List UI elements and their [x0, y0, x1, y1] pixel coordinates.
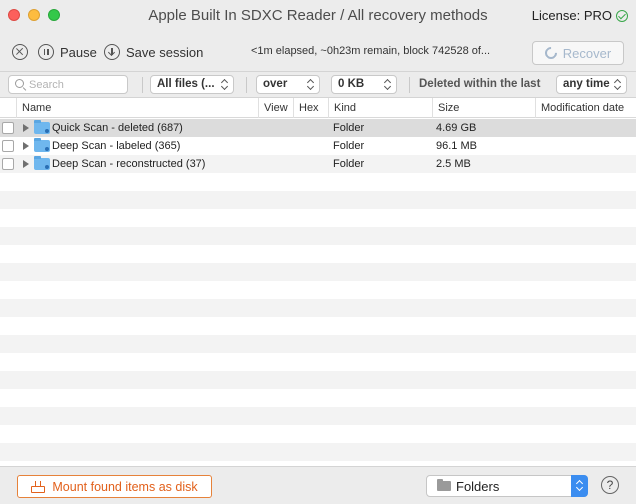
table-row[interactable]: Deep Scan - labeled (365) Folder 96.1 MB	[0, 137, 636, 155]
empty-row	[0, 335, 636, 353]
row-kind: Folder	[333, 140, 365, 152]
empty-row	[0, 263, 636, 281]
mount-label: Mount found items as disk	[52, 479, 198, 494]
recover-label: Recover	[562, 45, 612, 61]
empty-row	[0, 173, 636, 191]
empty-row	[0, 317, 636, 335]
column-header-kind[interactable]: Kind	[328, 98, 432, 118]
column-header-modified[interactable]: Modification date	[535, 98, 636, 118]
window-header: Apple Built In SDXC Reader / All recover…	[0, 0, 636, 72]
empty-row	[0, 209, 636, 227]
time-range-select[interactable]: any time	[556, 75, 627, 94]
disclosure-triangle-icon[interactable]	[23, 142, 29, 150]
row-name: Deep Scan - labeled (365)	[52, 140, 181, 152]
disclosure-triangle-icon[interactable]	[23, 124, 29, 132]
disk-icon	[31, 480, 46, 493]
divider	[246, 77, 247, 93]
empty-row	[0, 281, 636, 299]
bottom-bar: Mount found items as disk Folders ?	[0, 466, 636, 504]
row-kind: Folder	[333, 158, 365, 170]
save-session-label: Save session	[126, 44, 204, 60]
folder-icon	[34, 120, 50, 134]
empty-row	[0, 407, 636, 425]
pause-icon	[38, 44, 54, 60]
empty-row	[0, 389, 636, 407]
divider	[142, 77, 143, 93]
row-checkbox[interactable]	[2, 122, 14, 134]
search-icon	[15, 79, 24, 88]
row-checkbox[interactable]	[2, 140, 14, 152]
empty-row	[0, 443, 636, 461]
folder-icon	[34, 156, 50, 170]
empty-row	[0, 227, 636, 245]
pause-label: Pause	[60, 44, 97, 60]
row-size: 2.5 MB	[436, 158, 471, 170]
download-icon	[104, 44, 120, 60]
file-type-value: All files (...	[157, 78, 215, 90]
help-button[interactable]: ?	[601, 476, 619, 494]
search-input[interactable]	[29, 77, 124, 92]
license-status[interactable]: License: PRO	[532, 8, 628, 23]
row-kind: Folder	[333, 122, 365, 134]
license-label: License: PRO	[531, 8, 612, 23]
row-name: Quick Scan - deleted (687)	[52, 122, 183, 134]
stop-icon	[12, 44, 28, 60]
row-size: 96.1 MB	[436, 140, 477, 152]
row-name: Deep Scan - reconstructed (37)	[52, 158, 206, 170]
scan-status-text: <1m elapsed, ~0h23m remain, block 742528…	[251, 45, 491, 57]
row-checkbox[interactable]	[2, 158, 14, 170]
view-mode-stepper[interactable]	[571, 475, 588, 497]
results-table: Name View Hex Kind Size Modification dat…	[0, 98, 636, 466]
search-box[interactable]	[8, 75, 128, 94]
pause-button[interactable]: Pause	[38, 44, 97, 60]
column-header-view[interactable]: View	[258, 98, 293, 118]
empty-row	[0, 299, 636, 317]
check-circle-icon	[616, 9, 628, 22]
disclosure-triangle-icon[interactable]	[23, 160, 29, 168]
filter-bar: All files (... over 0 KB Deleted within …	[0, 72, 636, 98]
chevron-updown-icon	[576, 480, 583, 491]
column-header-size[interactable]: Size	[432, 98, 535, 118]
view-mode-select[interactable]: Folders	[426, 475, 588, 497]
empty-row	[0, 353, 636, 371]
refresh-icon	[542, 44, 560, 62]
file-type-select[interactable]: All files (...	[150, 75, 234, 94]
empty-row	[0, 191, 636, 209]
table-row[interactable]: Quick Scan - deleted (687) Folder 4.69 G…	[0, 119, 636, 137]
folder-icon	[34, 138, 50, 152]
time-range-value: any time	[563, 78, 610, 90]
chevron-updown-icon	[221, 79, 228, 90]
column-header-name[interactable]: Name	[16, 98, 258, 118]
save-session-button[interactable]: Save session	[104, 44, 203, 60]
divider	[409, 77, 410, 93]
mount-as-disk-button[interactable]: Mount found items as disk	[17, 475, 212, 498]
chevron-updown-icon	[614, 79, 621, 90]
size-operator-select[interactable]: over	[256, 75, 320, 94]
column-header-hex[interactable]: Hex	[293, 98, 328, 118]
stop-button[interactable]	[12, 44, 28, 60]
empty-row	[0, 425, 636, 443]
size-value-select[interactable]: 0 KB	[331, 75, 397, 94]
recover-button[interactable]: Recover	[532, 41, 624, 65]
empty-row	[0, 371, 636, 389]
chevron-updown-icon	[384, 79, 391, 90]
size-value: 0 KB	[338, 78, 365, 90]
deleted-within-label: Deleted within the last	[419, 78, 541, 90]
table-row[interactable]: Deep Scan - reconstructed (37) Folder 2.…	[0, 155, 636, 173]
chevron-updown-icon	[307, 79, 314, 90]
view-mode-value: Folders	[456, 479, 500, 494]
empty-row	[0, 245, 636, 263]
folder-icon	[437, 479, 451, 491]
row-size: 4.69 GB	[436, 122, 477, 134]
table-header: Name View Hex Kind Size Modification dat…	[0, 98, 636, 118]
size-operator-value: over	[263, 78, 288, 90]
